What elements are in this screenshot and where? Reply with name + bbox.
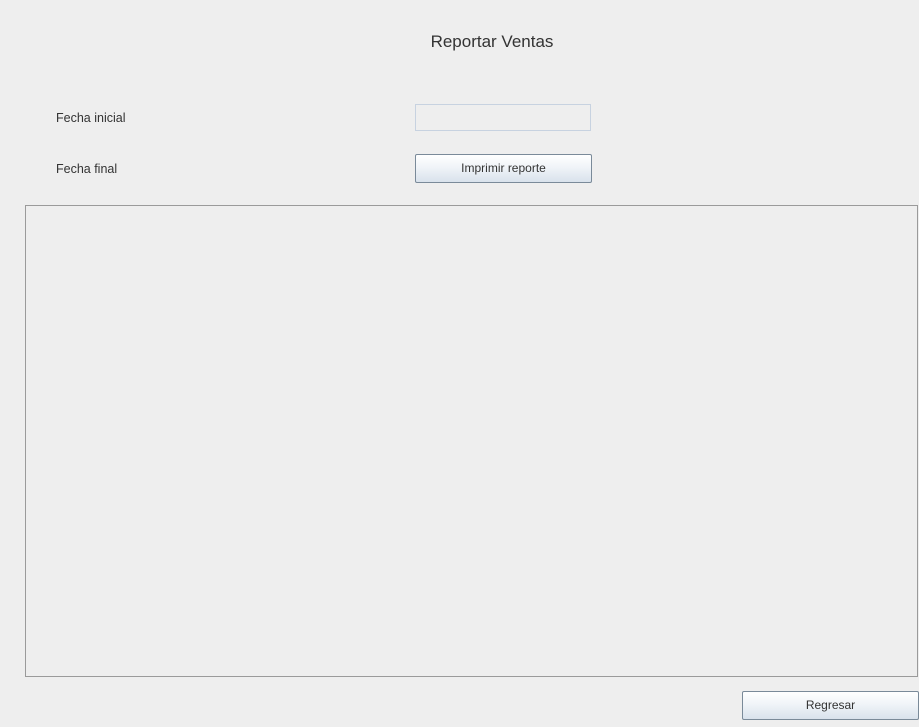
start-date-label: Fecha inicial (56, 111, 126, 125)
report-display-area (25, 205, 918, 677)
print-report-button[interactable]: Imprimir reporte (415, 154, 592, 183)
back-button[interactable]: Regresar (742, 691, 919, 720)
page-title: Reportar Ventas (430, 32, 554, 51)
end-date-label: Fecha final (56, 162, 118, 176)
start-date-field[interactable] (415, 104, 591, 131)
